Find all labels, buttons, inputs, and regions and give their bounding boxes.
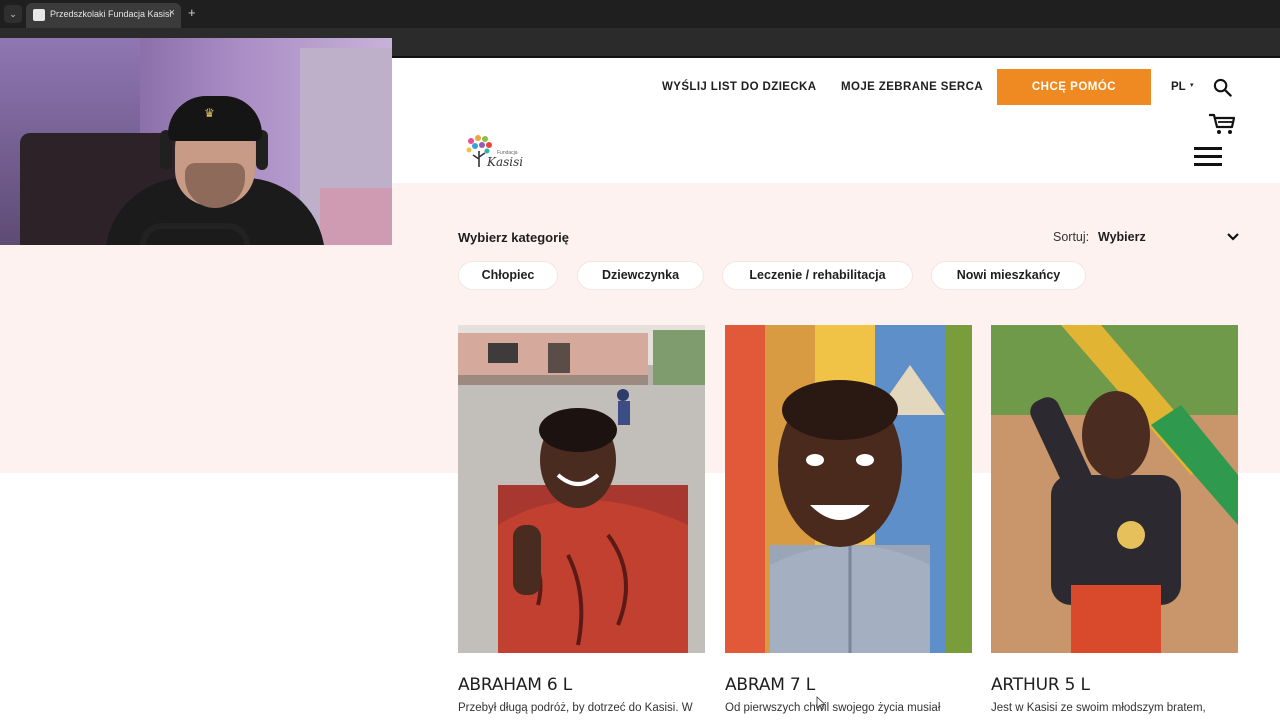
new-tab-plus-icon[interactable]: + [188,5,196,20]
browser-tab-bar: ⌄ Przedszkolaki Fundacja Kasisi × + [0,0,1280,28]
help-cta-button[interactable]: CHCĘ POMÓC [997,69,1151,105]
child-name[interactable]: ARTHUR 5 L [991,675,1090,695]
chip-treatment[interactable]: Leczenie / rehabilitacja [723,262,912,289]
cap-crown-icon: ♛ [204,106,215,120]
sort-dropdown[interactable]: Wybierz [1098,230,1146,244]
hamburger-menu-icon[interactable] [1194,147,1222,167]
child-photo-abram[interactable] [725,325,972,653]
child-photo-abraham[interactable] [458,325,705,653]
tab-list-chevron-icon[interactable]: ⌄ [4,5,22,23]
webcam-overlay: ♛ [0,38,392,245]
category-title: Wybierz kategorię [458,230,570,245]
chevron-down-icon[interactable] [1227,232,1239,242]
child-photo-arthur[interactable] [991,325,1238,653]
language-caret-icon[interactable]: ▾ [1190,81,1194,89]
tab-close-icon[interactable]: × [169,7,175,19]
chip-boy[interactable]: Chłopiec [459,262,557,289]
child-name[interactable]: ABRAHAM 6 L [458,675,572,695]
chip-girl[interactable]: Dziewczynka [578,262,703,289]
browser-tab[interactable]: Przedszkolaki Fundacja Kasisi × [26,3,181,28]
cart-icon[interactable] [1208,112,1236,136]
search-icon[interactable] [1213,78,1232,97]
sort-label: Sortuj: [1053,230,1090,244]
nav-collected-hearts-link[interactable]: MOJE ZEBRANE SERCA [841,81,983,93]
tab-title: Przedszkolaki Fundacja Kasisi [50,9,172,19]
site-favicon-icon [33,9,45,21]
language-selector[interactable]: PL [1171,81,1186,93]
child-description: Od pierwszych chwil swojego życia musiał [725,702,941,714]
nav-send-letter-link[interactable]: WYŚLIJ LIST DO DZIECKA [662,81,816,93]
child-description: Jest w Kasisi ze swoim młodszym bratem, [991,702,1206,714]
logo-name: Kasisi [487,155,524,169]
mouse-cursor-icon [816,696,826,710]
child-name[interactable]: ABRAM 7 L [725,675,815,695]
chip-new-residents[interactable]: Nowi mieszkańcy [932,262,1085,289]
child-description: Przebył długą podróż, by dotrzeć do Kasi… [458,702,693,714]
